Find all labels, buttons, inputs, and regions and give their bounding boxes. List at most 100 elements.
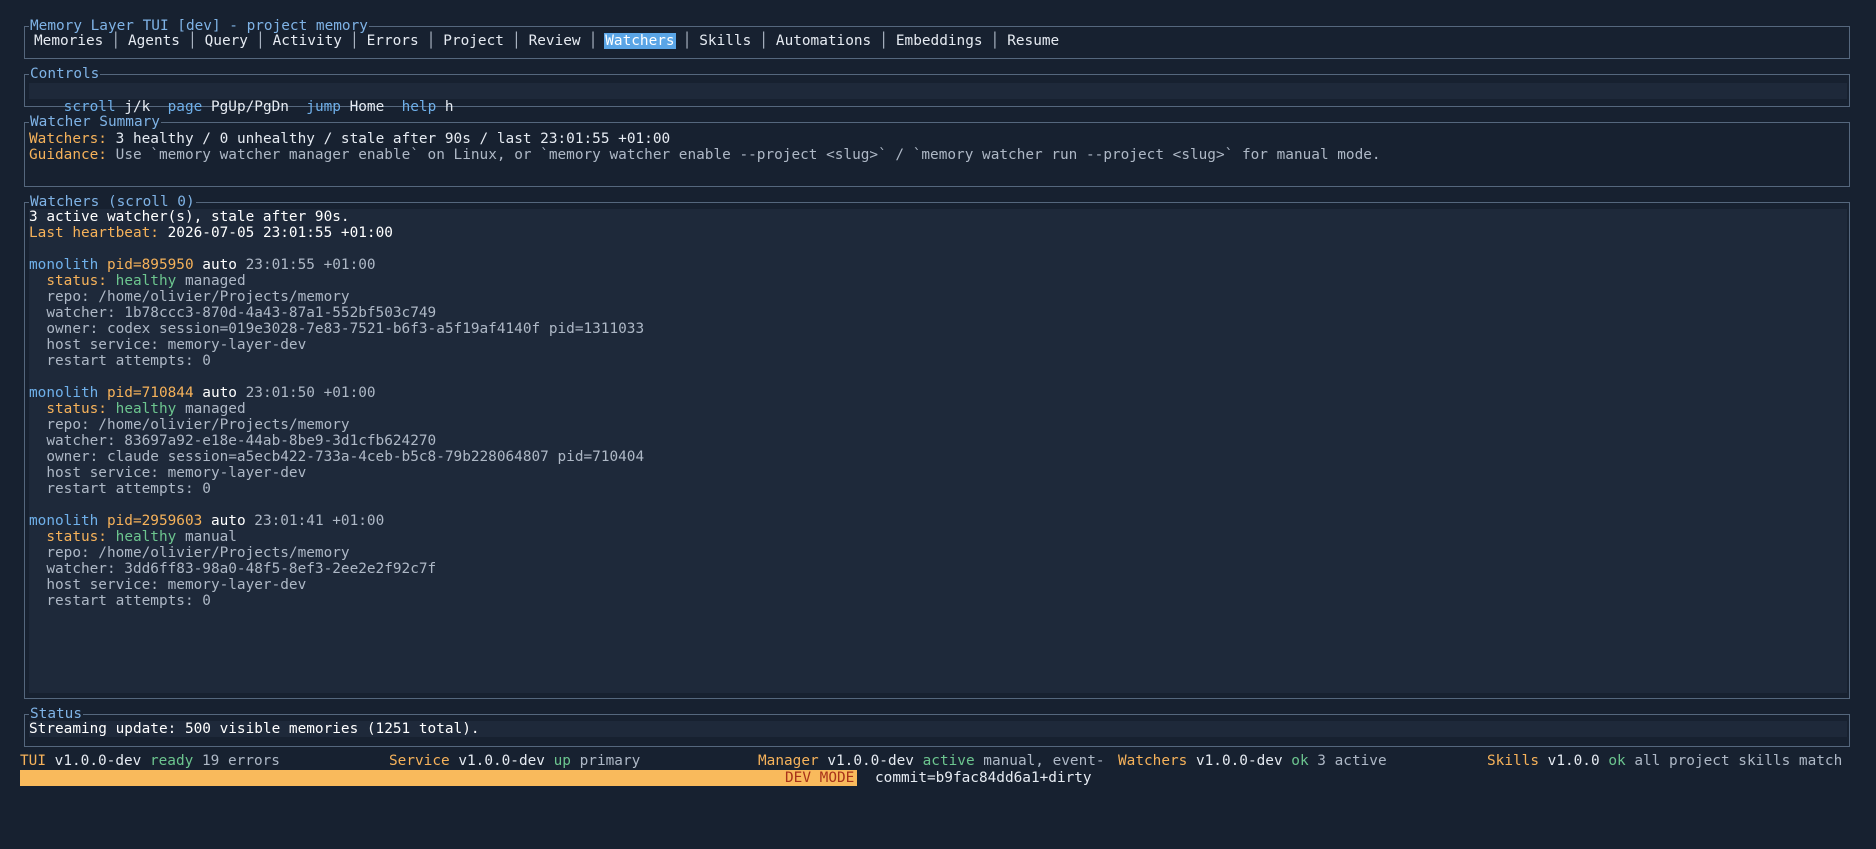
tab-skills[interactable]: Skills bbox=[691, 33, 759, 49]
watcher-host: host service: memory-layer-dev bbox=[46, 577, 307, 593]
tab-query[interactable]: Query bbox=[197, 33, 256, 49]
watcher-time: 23:01:50 +01:00 bbox=[245, 385, 376, 401]
watcher-status-label: status: bbox=[46, 529, 107, 545]
watcher-time: 23:01:55 +01:00 bbox=[245, 257, 376, 273]
tab-separator: │ bbox=[255, 33, 265, 49]
watcher-summary-content: Watchers: 3 healthy / 0 unhealthy / stal… bbox=[29, 131, 1847, 171]
tab-memories[interactable]: Memories bbox=[26, 33, 111, 49]
guidance-text: Use `memory watcher manager enable` on L… bbox=[115, 147, 1381, 163]
watcher-status: healthy bbox=[115, 529, 177, 545]
watcher-management: managed bbox=[184, 273, 246, 289]
footer-status-bar: TUI v1.0.0-dev ready 19 errors Service v… bbox=[20, 753, 1856, 769]
active-watchers-line: 3 active watcher(s), stale after 90s. bbox=[29, 209, 350, 225]
watcher-name: monolith bbox=[29, 385, 99, 401]
commit-info: commit=b9fac84dd6a1+dirty bbox=[875, 770, 1092, 786]
tab-separator: │ bbox=[879, 33, 888, 49]
tab-separator: │ bbox=[187, 33, 197, 49]
help-key: h bbox=[444, 99, 454, 115]
tab-embeddings[interactable]: Embeddings bbox=[888, 33, 991, 49]
watcher-summary-panel: Watcher Summary Watchers: 3 healthy / 0 … bbox=[24, 114, 1850, 187]
watcher-mode: auto bbox=[202, 385, 237, 401]
watcher-status: healthy bbox=[115, 401, 177, 417]
guidance-label: Guidance: bbox=[29, 147, 107, 163]
watcher-pid: pid=710844 bbox=[106, 385, 194, 401]
watcher-mode: auto bbox=[210, 513, 246, 529]
watchers-panel-title: Watchers (scroll 0) bbox=[29, 194, 196, 210]
tab-bar: Memories │ Agents │ Query │ Activity │ Errors │ Pr… bbox=[26, 33, 1067, 49]
watcher-management: managed bbox=[184, 401, 246, 417]
controls-line: scroll j/k page PgUp/PgDn jump Home help… bbox=[29, 83, 1847, 115]
watcher-restarts: restart attempts: 0 bbox=[46, 593, 211, 609]
scroll-key: j/k bbox=[124, 99, 151, 115]
heartbeat-label: Last heartbeat: bbox=[29, 225, 159, 241]
watchers-count-label: Watchers: bbox=[29, 131, 107, 147]
watcher-time: 23:01:41 +01:00 bbox=[254, 513, 385, 529]
dev-mode-bar bbox=[20, 770, 857, 786]
status-title: Status bbox=[29, 706, 83, 722]
controls-panel: Controls scroll j/k page PgUp/PgDn jump … bbox=[24, 66, 1850, 115]
page-label: page bbox=[167, 99, 203, 115]
tab-watchers[interactable]: Watchers bbox=[604, 33, 676, 49]
footer-service: Service v1.0.0-dev up primary bbox=[389, 753, 641, 769]
tab-review[interactable]: Review bbox=[521, 33, 589, 49]
scroll-label: scroll bbox=[63, 99, 116, 115]
watcher-summary-title: Watcher Summary bbox=[29, 114, 161, 130]
app-title: Memory Layer TUI [dev] - project memory bbox=[29, 18, 369, 34]
watcher-status-label: status: bbox=[46, 273, 107, 289]
watcher-management: manual bbox=[184, 529, 237, 545]
watcher-restarts: restart attempts: 0 bbox=[46, 481, 211, 497]
watchers-panel[interactable]: Watchers (scroll 0) 3 active watcher(s),… bbox=[24, 194, 1850, 699]
watcher-owner: owner: codex session=019e3028-7e83-7521-… bbox=[46, 321, 645, 337]
tab-separator: │ bbox=[349, 33, 359, 49]
tab-separator: │ bbox=[111, 33, 120, 49]
footer-watchers: Watchers v1.0.0-dev ok 3 active bbox=[1118, 753, 1387, 769]
help-label: help bbox=[401, 99, 437, 115]
watcher-id: watcher: 83697a92-e18e-44ab-8be9-3d1cfb6… bbox=[46, 433, 437, 449]
tab-separator: │ bbox=[588, 33, 598, 49]
watcher-host: host service: memory-layer-dev bbox=[46, 337, 307, 353]
tab-separator: │ bbox=[511, 33, 521, 49]
tab-separator: │ bbox=[990, 33, 1000, 49]
tab-project[interactable]: Project bbox=[435, 33, 512, 49]
watcher-owner: owner: claude session=a5ecb422-733a-4ceb… bbox=[46, 449, 645, 465]
footer-tui: TUI v1.0.0-dev ready 19 errors bbox=[20, 753, 280, 769]
watcher-entry-header[interactable]: monolith pid=710844 auto 23:01:50 +01:00 bbox=[29, 385, 1847, 401]
tab-resume[interactable]: Resume bbox=[999, 33, 1067, 49]
footer-manager: Manager v1.0.0-dev active manual, event- bbox=[758, 753, 1105, 769]
footer-skills: Skills v1.0.0 ok all project skills matc… bbox=[1487, 753, 1843, 769]
tab-separator: │ bbox=[426, 33, 436, 49]
dev-mode-label: DEV MODE bbox=[785, 770, 855, 786]
tab-agents[interactable]: Agents bbox=[120, 33, 188, 49]
watcher-repo: repo: /home/olivier/Projects/memory bbox=[46, 289, 350, 305]
tab-errors[interactable]: Errors bbox=[359, 33, 427, 49]
page-key: PgUp/PgDn bbox=[210, 99, 289, 115]
watcher-restarts: restart attempts: 0 bbox=[46, 353, 211, 369]
jump-label: jump bbox=[306, 99, 341, 115]
tab-activity[interactable]: Activity bbox=[265, 33, 350, 49]
tab-automations[interactable]: Automations bbox=[768, 33, 879, 49]
heartbeat-value: 2026-07-05 23:01:55 +01:00 bbox=[167, 225, 393, 241]
status-panel: Status Streaming update: 500 visible mem… bbox=[24, 706, 1850, 747]
controls-title: Controls bbox=[29, 66, 101, 82]
watcher-status-label: status: bbox=[46, 401, 107, 417]
watcher-host: host service: memory-layer-dev bbox=[46, 465, 307, 481]
watcher-name: monolith bbox=[29, 257, 99, 273]
watcher-entry-header[interactable]: monolith pid=2959603 auto 23:01:41 +01:0… bbox=[29, 513, 1847, 529]
watcher-pid: pid=2959603 bbox=[106, 513, 203, 529]
jump-key: Home bbox=[349, 99, 385, 115]
watcher-id: watcher: 1b78ccc3-870d-4a43-87a1-552bf50… bbox=[46, 305, 437, 321]
watcher-repo: repo: /home/olivier/Projects/memory bbox=[46, 417, 350, 433]
watcher-id: watcher: 3dd6ff83-98a0-48f5-8ef3-2ee2e2f… bbox=[46, 561, 437, 577]
header-panel: Memory Layer TUI [dev] - project memory … bbox=[24, 18, 1850, 59]
watcher-pid: pid=895950 bbox=[106, 257, 194, 273]
watcher-status: healthy bbox=[115, 273, 177, 289]
watcher-mode: auto bbox=[202, 257, 237, 273]
watchers-list[interactable]: 3 active watcher(s), stale after 90s. La… bbox=[29, 209, 1847, 693]
status-message: Streaming update: 500 visible memories (… bbox=[29, 721, 1847, 737]
watcher-entry-header[interactable]: monolith pid=895950 auto 23:01:55 +01:00 bbox=[29, 257, 1847, 273]
watcher-name: monolith bbox=[29, 513, 99, 529]
tab-separator: │ bbox=[759, 33, 768, 49]
watcher-repo: repo: /home/olivier/Projects/memory bbox=[46, 545, 350, 561]
tab-separator: │ bbox=[682, 33, 692, 49]
watchers-count-value: 3 healthy / 0 unhealthy / stale after 90… bbox=[115, 131, 671, 147]
